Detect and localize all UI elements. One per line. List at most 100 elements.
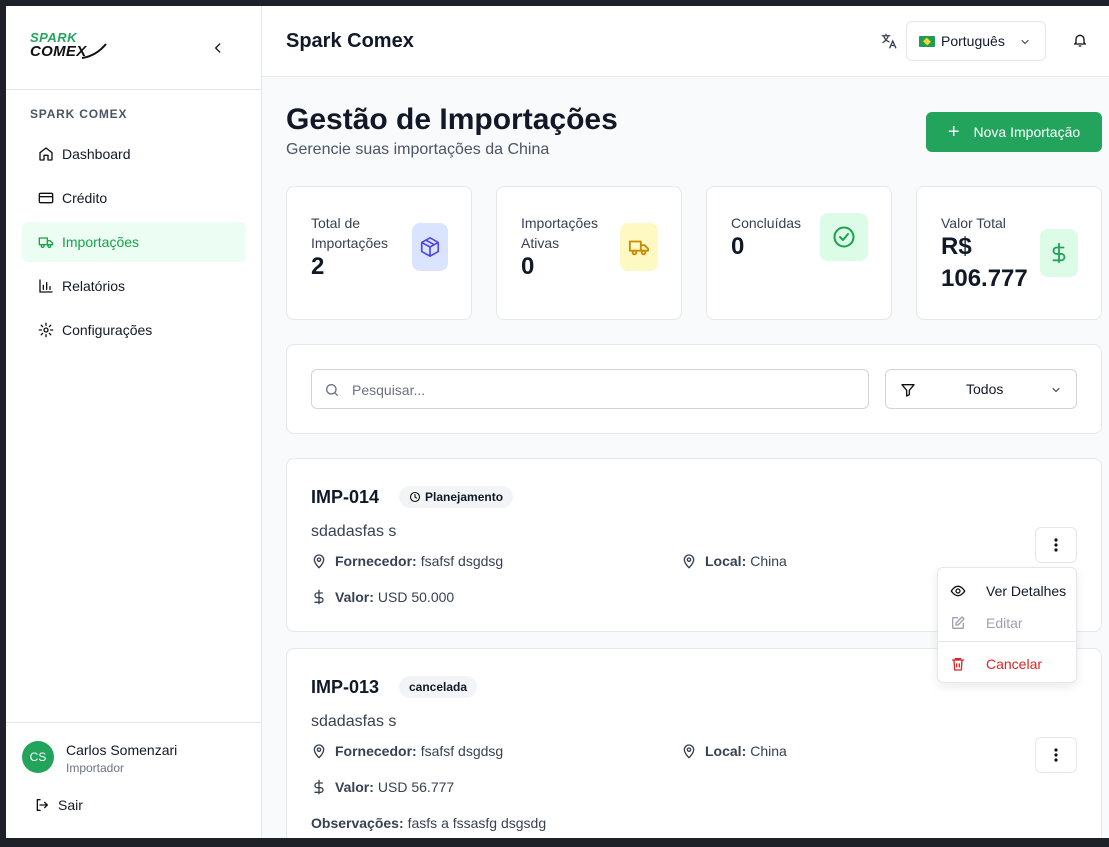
page-title: Gestão de Importações	[286, 103, 618, 136]
value-label: Valor:	[335, 589, 374, 605]
top-header: Spark Comex Português	[262, 6, 1109, 77]
sidebar-item-label: Dashboard	[62, 146, 131, 162]
stat-label: Concluídas	[731, 215, 802, 231]
import-id: IMP-014	[311, 487, 380, 507]
location-label: Local:	[705, 743, 747, 759]
map-pin-icon	[311, 553, 327, 569]
location-label: Local:	[705, 553, 747, 569]
trash-icon	[950, 656, 966, 672]
supplier-row: Fornecedor: fsafsf dsgdsg	[311, 553, 503, 569]
sidebar-item-relatorios[interactable]: Relatórios	[22, 266, 246, 306]
stat-card-completed: Concluídas 0	[706, 186, 892, 320]
bar-chart-icon	[38, 278, 54, 294]
menu-item-edit[interactable]: Editar	[942, 608, 1072, 638]
chevron-down-icon	[1019, 35, 1031, 51]
edit-icon	[950, 615, 966, 631]
collapse-sidebar-button[interactable]	[206, 36, 230, 60]
map-pin-icon	[311, 743, 327, 759]
sidebar-item-label: Crédito	[62, 190, 108, 206]
sidebar-item-configuracoes[interactable]: Configurações	[22, 310, 246, 350]
search-icon	[324, 382, 340, 403]
supplier-value: fsafsf dsgdsg	[420, 553, 504, 569]
menu-item-cancel[interactable]: Cancelar	[942, 649, 1072, 679]
translate-icon	[880, 32, 898, 55]
notes-value: fasfs a fssasfg dsgsdg	[407, 815, 547, 831]
menu-item-view-details[interactable]: Ver Detalhes	[942, 576, 1072, 606]
filter-icon	[900, 382, 916, 401]
user-role: Importador	[66, 761, 125, 775]
sidebar-item-importacoes[interactable]: Importações	[22, 222, 246, 262]
stat-value: R$ 106.777	[941, 233, 1028, 292]
truck-icon	[38, 234, 54, 250]
logout-button[interactable]: Sair	[34, 797, 83, 813]
status-badge-label: Planejamento	[425, 490, 504, 504]
new-import-button[interactable]: + Nova Importação	[926, 112, 1102, 152]
search-input[interactable]	[352, 378, 852, 402]
notifications-bell-icon[interactable]	[1072, 32, 1088, 53]
menu-item-label: Cancelar	[986, 656, 1043, 672]
actions-dropdown-menu: Ver Detalhes Editar Cancelar	[937, 567, 1077, 683]
spark-comex-logo[interactable]: SPARK COMEX	[30, 31, 110, 66]
location-row: Local: China	[681, 553, 787, 569]
dollar-icon	[1040, 229, 1078, 277]
notes-label: Observações:	[311, 815, 404, 831]
menu-item-label: Ver Detalhes	[986, 583, 1067, 599]
logo-swoosh-icon	[81, 43, 107, 59]
box-icon	[412, 223, 448, 271]
map-pin-icon	[681, 553, 697, 569]
sidebar-section-label: SPARK COMEX	[30, 107, 128, 121]
supplier-row: Fornecedor: fsafsf dsgdsg	[311, 743, 503, 759]
stat-value: 0	[521, 253, 535, 280]
stat-card-total: Total de Importações 2	[286, 186, 472, 320]
import-description: sdadasfas s	[311, 523, 397, 540]
language-value: Português	[941, 33, 1005, 49]
notes-row: Observações: fasfs a fssasfg dsgsdg	[311, 815, 546, 831]
stat-label: Importações Ativas	[521, 215, 599, 251]
stat-label: Total de Importações	[311, 215, 389, 251]
gear-icon	[38, 322, 54, 338]
status-filter-select[interactable]: Todos	[885, 369, 1077, 409]
import-description: sdadasfas s	[311, 713, 397, 730]
plus-icon: +	[947, 121, 960, 143]
value-row: Valor: USD 50.000	[311, 589, 454, 605]
sidebar-item-credito[interactable]: Crédito	[22, 178, 246, 218]
location-value: China	[750, 743, 787, 759]
chevron-left-icon	[215, 43, 221, 53]
new-import-label: Nova Importação	[973, 124, 1081, 140]
logout-label: Sair	[58, 797, 83, 813]
value-amount: USD 50.000	[377, 589, 455, 605]
stat-value: 2	[311, 253, 325, 280]
status-badge-label: cancelada	[409, 680, 468, 694]
supplier-label: Fornecedor:	[335, 553, 417, 569]
sidebar-item-label: Importações	[62, 234, 140, 250]
language-select[interactable]: Português	[906, 21, 1046, 61]
sidebar-item-label: Configurações	[62, 322, 153, 338]
sidebar: SPARK COMEX SPARK COMEX Dashboard Crédit…	[6, 6, 262, 838]
avatar[interactable]: CS	[22, 741, 54, 773]
location-row: Local: China	[681, 743, 787, 759]
more-actions-button[interactable]	[1035, 527, 1077, 563]
clock-icon	[409, 491, 421, 503]
supplier-label: Fornecedor:	[335, 743, 417, 759]
sidebar-nav: Dashboard Crédito Importações Relatórios…	[22, 134, 246, 354]
value-label: Valor:	[335, 779, 374, 795]
truck-icon	[620, 223, 658, 271]
more-actions-button[interactable]	[1035, 737, 1077, 773]
check-circle-icon	[820, 213, 868, 261]
app-title: Spark Comex	[286, 30, 414, 52]
logout-icon	[34, 797, 50, 813]
user-profile: CS Carlos Somenzari Importador Sair	[6, 722, 262, 838]
map-pin-icon	[681, 743, 697, 759]
stat-card-active: Importações Ativas 0	[496, 186, 682, 320]
menu-item-label: Editar	[986, 615, 1023, 631]
dollar-icon	[311, 779, 327, 795]
status-badge: Planejamento	[399, 486, 514, 508]
import-id: IMP-013	[311, 677, 380, 697]
menu-divider	[938, 641, 1076, 642]
stat-label: Valor Total	[941, 215, 1006, 231]
sidebar-item-dashboard[interactable]: Dashboard	[22, 134, 246, 174]
home-icon	[38, 146, 54, 162]
dollar-icon	[311, 589, 327, 605]
user-name: Carlos Somenzari	[66, 742, 178, 758]
logo-area: SPARK COMEX	[6, 6, 261, 90]
